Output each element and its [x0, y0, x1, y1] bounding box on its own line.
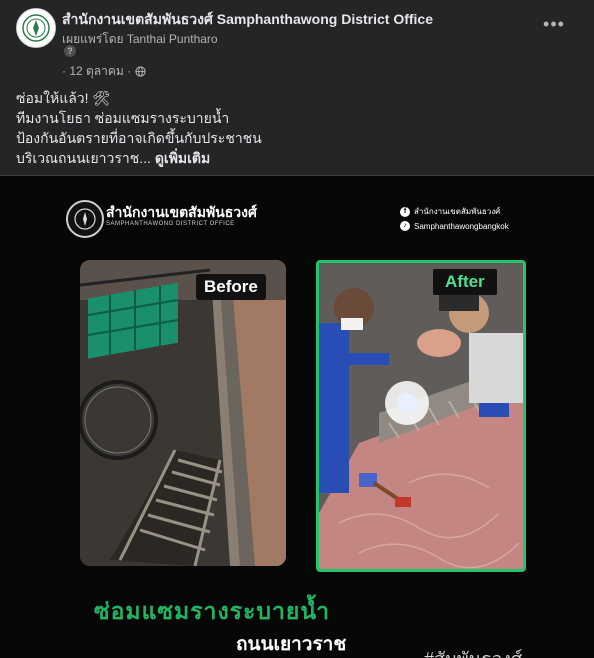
- after-photo: After: [316, 260, 526, 572]
- image-office-name-en: SAMPHANTHAWONG DISTRICT OFFICE: [106, 221, 235, 227]
- help-icon[interactable]: ?: [64, 45, 76, 57]
- before-label: Before: [196, 274, 266, 300]
- after-label: After: [433, 269, 497, 295]
- before-scene: [80, 260, 286, 566]
- page-name-link[interactable]: สำนักงานเขตสัมพันธวงศ์ Samphanthawong Di…: [62, 9, 433, 31]
- post-caption: ซ่อมให้แล้ว! 🛠 ทีมงานโยธา ซ่อมแซมรางระบา…: [16, 88, 262, 168]
- image-tiktok-handle: ♪ Samphanthawongbangkok: [400, 221, 509, 231]
- image-hashtag: #สัมพันธวงศ์: [424, 644, 522, 658]
- tiktok-icon: ♪: [400, 221, 410, 231]
- see-more-link[interactable]: ดูเพิ่มเติม: [155, 150, 210, 166]
- tiktok-name: Samphanthawongbangkok: [414, 221, 509, 231]
- post-date-link[interactable]: · 12 ตุลาคม ·: [62, 62, 131, 81]
- facebook-icon: f: [400, 206, 410, 217]
- facebook-name: สำนักงานเขตสัมพันธวงศ์: [414, 207, 501, 216]
- post-meta: · 12 ตุลาคม ·: [62, 62, 146, 81]
- district-logo-icon: [66, 200, 104, 238]
- district-seal-icon: [22, 14, 50, 42]
- page-avatar[interactable]: [16, 8, 56, 48]
- image-facebook-handle: f สำนักงานเขตสัมพันธวงศ์: [400, 205, 500, 218]
- caption-line-last: บริเวณถนนเยาวราช... ดูเพิ่มเติม: [16, 148, 262, 168]
- more-options-button[interactable]: •••: [540, 12, 568, 36]
- image-title: ซ่อมแซมรางระบายน้ำ: [94, 598, 331, 624]
- before-photo: Before: [80, 260, 286, 566]
- post-header: สำนักงานเขตสัมพันธวงศ์ Samphanthawong Di…: [0, 0, 594, 80]
- after-scene: [319, 263, 523, 569]
- image-road-name: ถนนเยาวราช: [236, 634, 347, 655]
- published-by-text[interactable]: เผยแพร่โดย Tanthai Puntharo: [62, 30, 218, 49]
- caption-line: ทีมงานโยธา ซ่อมแซมรางระบายน้ำ: [16, 110, 230, 126]
- globe-icon: [135, 66, 146, 77]
- caption-line: บริเวณถนนเยาวราช...: [16, 150, 151, 166]
- caption-line: ป้องกันอันตรายที่อาจเกิดขึ้นกับประชาชน: [16, 130, 262, 146]
- post-image[interactable]: สำนักงานเขตสัมพันธวงศ์ SAMPHANTHAWONG DI…: [0, 176, 594, 658]
- caption-line: ซ่อมให้แล้ว! 🛠: [16, 90, 111, 106]
